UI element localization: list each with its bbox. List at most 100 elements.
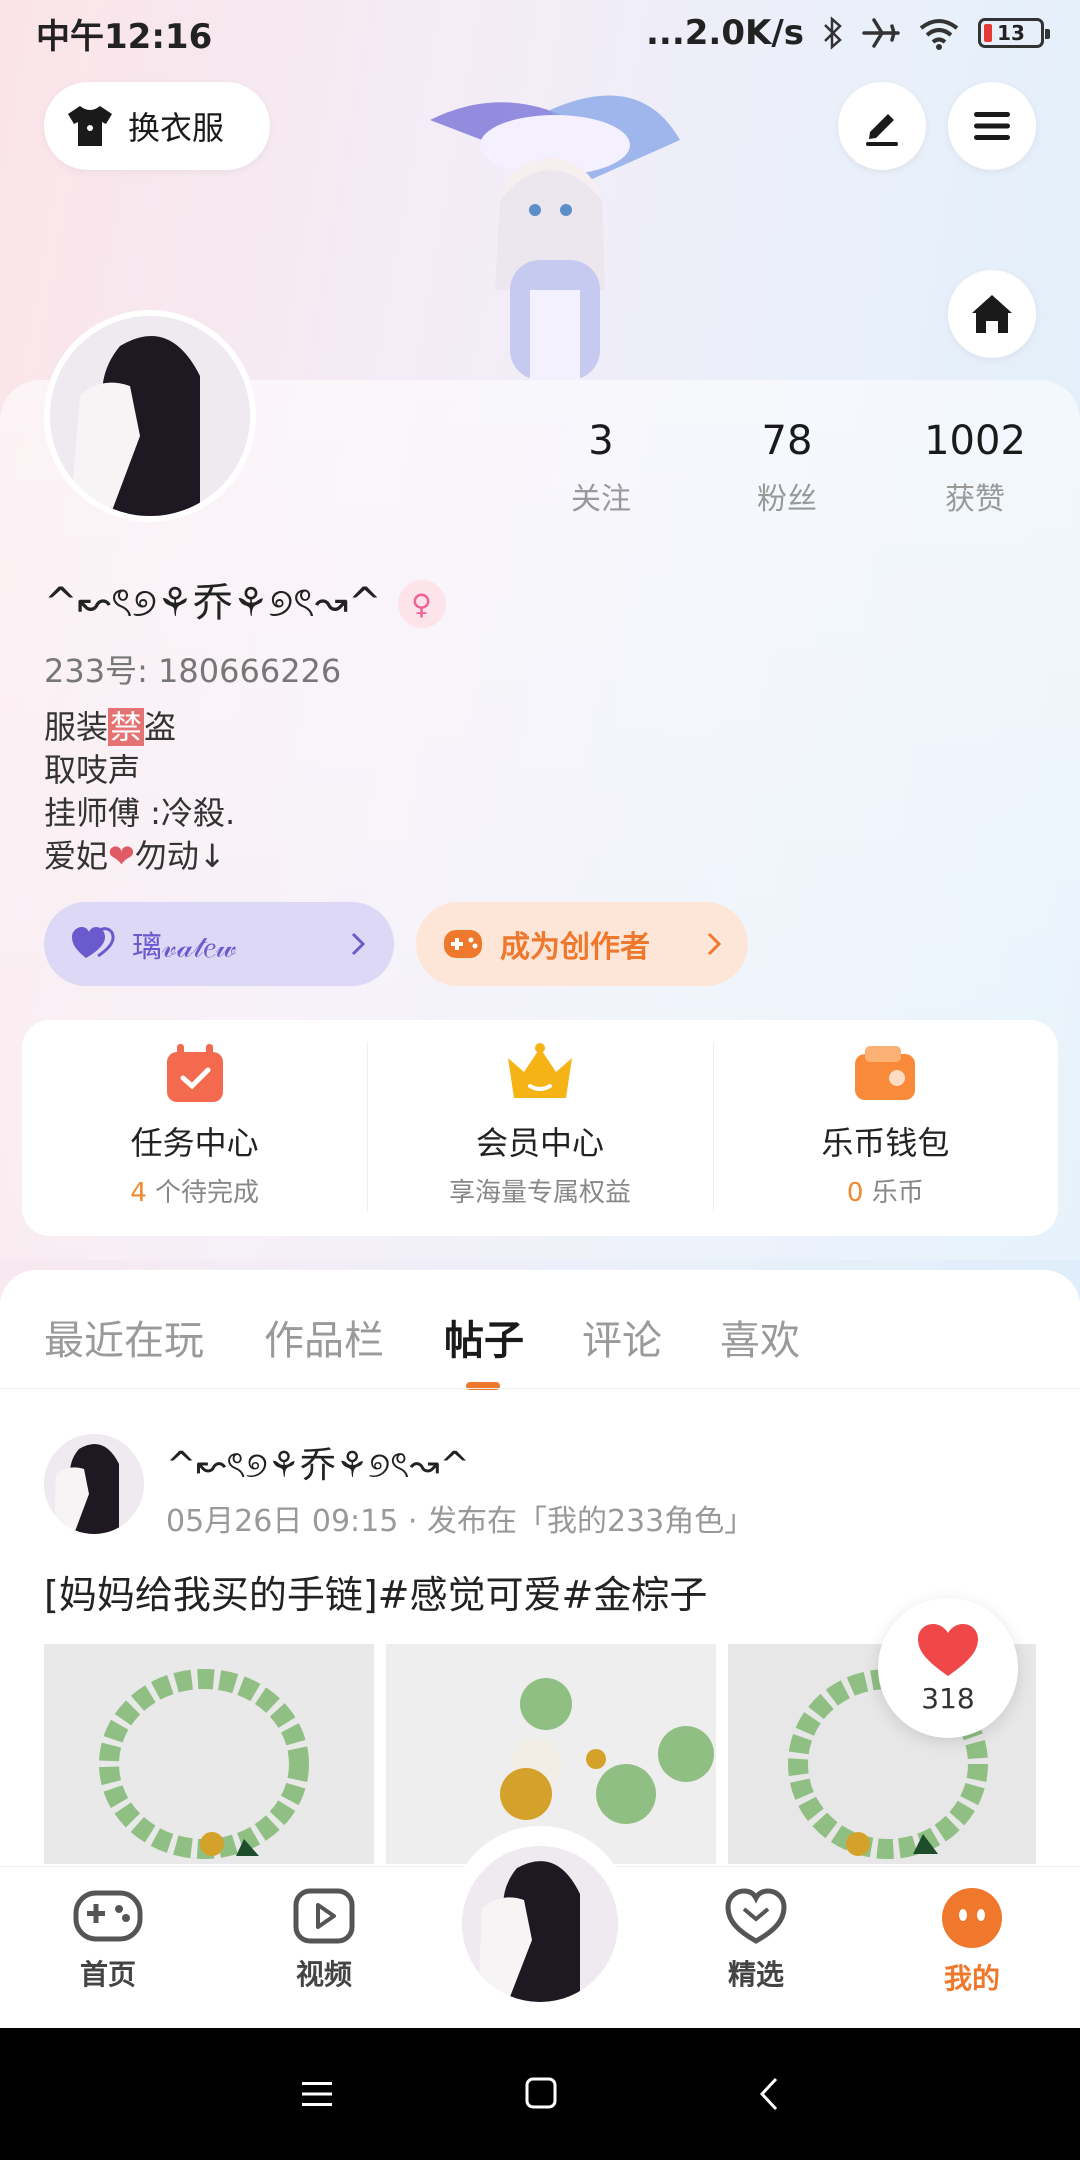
content-tabs: 最近在玩 作品栏 帖子 评论 喜欢 — [0, 1270, 1080, 1390]
bluetooth-icon — [824, 16, 842, 50]
vip-center-entry[interactable]: 会员中心 享海量专属权益 — [367, 1020, 712, 1236]
following-label: 关注 — [571, 482, 631, 517]
change-outfit-label: 换衣服 — [128, 109, 225, 147]
battery-indicator: 13 — [978, 18, 1050, 48]
home-icon — [972, 295, 1012, 333]
network-speed: ...2.0K/s — [646, 13, 804, 53]
vip-text: 享海量专属权益 — [448, 1178, 631, 1208]
stat-following[interactable]: 3 关注 — [521, 418, 681, 518]
followers-count: 78 — [761, 418, 813, 464]
bio-text: 勿动↓ — [134, 837, 226, 875]
chevron-right-icon — [351, 932, 366, 956]
coin-text: 乐币 — [863, 1178, 924, 1208]
heart-icon — [918, 1623, 978, 1676]
bio-line-1: 服装禁盗 — [44, 706, 235, 749]
divider — [0, 1388, 1080, 1389]
system-navigation-bar — [0, 2028, 1080, 2160]
double-heart-icon — [72, 927, 115, 958]
become-creator-button[interactable]: 成为创作者 — [416, 902, 748, 986]
bio-text: 爱妃 — [44, 837, 109, 875]
become-creator-label: 成为创作者 — [500, 930, 650, 965]
like-button[interactable]: 318 — [878, 1598, 1018, 1738]
task-center-subtitle: 4 个待完成 — [130, 1172, 259, 1209]
nav-home[interactable]: 首页 — [38, 1887, 178, 1993]
post-meta: 05月26日 09:15 · 发布在「我的233角色」 — [166, 1504, 755, 1539]
menu-icon — [974, 112, 1010, 140]
airplane-icon — [862, 18, 900, 48]
tab-recently-played[interactable]: 最近在玩 — [44, 1308, 204, 1366]
wallet-entry[interactable]: 乐币钱包 0 乐币 — [712, 1020, 1058, 1236]
bio-line-4: 爱妃❤勿动↓ — [44, 835, 235, 878]
vip-center-subtitle: 享海量专属权益 — [449, 1172, 631, 1209]
character-avatar[interactable] — [390, 60, 730, 380]
tshirt-icon — [68, 106, 112, 146]
gamepad-icon — [444, 930, 482, 958]
crown-icon — [507, 1043, 572, 1098]
companion-badge-label: 璃𝓋𝒶𝓉𝑒𝓌 — [132, 930, 237, 965]
nav-featured[interactable]: 精选 — [686, 1887, 826, 1993]
wallet-subtitle: 0 乐币 — [847, 1172, 924, 1209]
post-author-name[interactable]: ^↜ৎ୭⚘乔⚘୭ৎ↝^ — [166, 1436, 470, 1498]
post-content[interactable]: [妈妈给我买的手链]#感觉可爱#金棕子 — [44, 1564, 707, 1619]
heart-emoji: ❤ — [108, 837, 135, 875]
home-button[interactable] — [948, 270, 1036, 358]
profile-bio: 服装禁盗 取吱声 挂师傅 :冷殺. 爱妃❤勿动↓ — [44, 706, 235, 878]
status-bar: 中午12:16 ...2.0K/s 13 — [0, 0, 1080, 66]
stat-likes[interactable]: 1002 获赞 — [895, 418, 1055, 518]
bio-line-3: 挂师傅 :冷殺. — [44, 794, 236, 832]
profile-nickname: ^↜ৎ୭⚘乔⚘୭ৎ↝^ ♀ — [44, 570, 446, 638]
gamepad-icon — [73, 1890, 143, 1942]
nav-me-label: 我的 — [943, 1962, 1000, 1995]
home-nav-icon[interactable] — [524, 2076, 558, 2110]
tab-comments[interactable]: 评论 — [582, 1308, 662, 1366]
stat-followers[interactable]: 78 粉丝 — [707, 418, 867, 518]
task-text: 个待完成 — [146, 1178, 260, 1208]
battery-level: 13 — [997, 21, 1025, 45]
tab-posts[interactable]: 帖子 — [444, 1308, 524, 1366]
following-count: 3 — [588, 418, 614, 464]
chevron-right-icon — [707, 932, 722, 956]
heart-chat-icon — [725, 1888, 787, 1944]
back-icon[interactable] — [758, 2076, 780, 2112]
female-gender-icon: ♀ — [397, 580, 446, 628]
wallet-icon — [855, 1046, 916, 1100]
wallet-title: 乐币钱包 — [821, 1124, 950, 1162]
companion-badge-button[interactable]: 璃𝓋𝒶𝓉𝑒𝓌 — [44, 902, 394, 986]
like-count: 318 — [921, 1681, 975, 1715]
recent-apps-icon[interactable] — [300, 2078, 334, 2110]
nav-home-label: 首页 — [79, 1958, 136, 1991]
nickname-text: ^↜ৎ୭⚘乔⚘୭ৎ↝^ — [44, 580, 382, 626]
nav-featured-label: 精选 — [727, 1958, 784, 1991]
services-card: 任务中心 4 个待完成 会员中心 享海量专属权益 乐币钱包 0 乐币 — [22, 1020, 1058, 1236]
profile-uid[interactable]: 233号: 180666226 — [44, 646, 341, 692]
wifi-icon — [919, 19, 959, 50]
nav-me[interactable]: 我的 — [902, 1887, 1042, 1997]
vip-center-title: 会员中心 — [475, 1124, 604, 1162]
ban-emoji: 禁 — [108, 708, 145, 746]
task-center-title: 任务中心 — [130, 1124, 259, 1162]
tab-works[interactable]: 作品栏 — [264, 1308, 384, 1366]
pen-icon — [866, 114, 898, 146]
coin-count: 0 — [846, 1178, 864, 1208]
face-icon — [942, 1888, 1002, 1948]
menu-button[interactable] — [948, 82, 1036, 170]
video-icon — [293, 1888, 355, 1944]
post-image[interactable] — [44, 1644, 374, 1864]
edit-profile-button[interactable] — [838, 82, 926, 170]
likes-count: 1002 — [924, 418, 1026, 464]
likes-label: 获赞 — [945, 482, 1005, 517]
bio-text: 服装 — [44, 708, 109, 746]
status-time: 中午12:16 — [36, 16, 213, 57]
profile-avatar[interactable] — [44, 310, 256, 522]
task-center-entry[interactable]: 任务中心 4 个待完成 — [22, 1020, 367, 1236]
bio-text: 盗 — [144, 708, 177, 746]
followers-label: 粉丝 — [757, 482, 817, 517]
nav-video[interactable]: 视频 — [254, 1887, 394, 1993]
calendar-check-icon — [166, 1044, 223, 1102]
change-outfit-button[interactable]: 换衣服 — [44, 82, 270, 170]
bio-line-2: 取吱声 — [44, 751, 141, 789]
nav-video-label: 视频 — [295, 1958, 352, 1991]
tab-likes[interactable]: 喜欢 — [720, 1308, 800, 1366]
post-author-avatar[interactable] — [44, 1434, 144, 1534]
center-avatar-button[interactable] — [462, 1846, 618, 2002]
